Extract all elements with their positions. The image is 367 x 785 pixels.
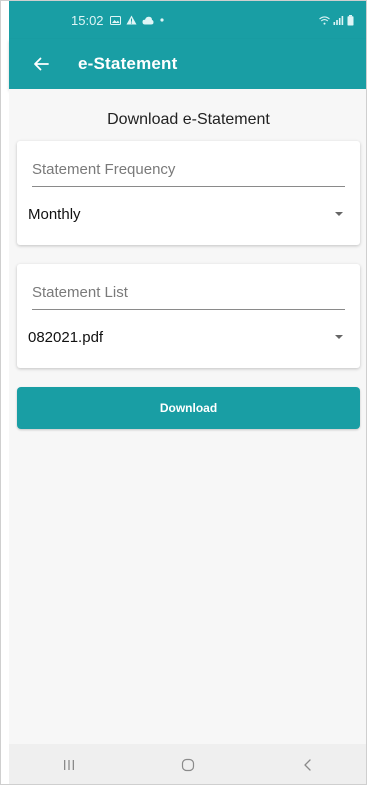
statement-frequency-card: Statement Frequency Monthly <box>17 141 360 245</box>
status-bar: 15:02 <box>9 1 366 39</box>
home-icon <box>182 758 195 772</box>
statement-list-card: Statement List 082021.pdf <box>17 264 360 368</box>
arrow-left-icon <box>34 57 49 71</box>
signal-icon <box>333 15 344 25</box>
main-content: Download e-Statement Statement Frequency… <box>9 89 366 744</box>
nav-back-button[interactable] <box>278 745 338 784</box>
back-button[interactable] <box>19 42 63 86</box>
status-time: 15:02 <box>71 12 104 28</box>
status-left: 15:02 <box>71 13 165 28</box>
statement-list-select[interactable]: 082021.pdf <box>17 312 360 362</box>
notification-icons <box>109 15 165 25</box>
divider <box>32 186 345 187</box>
dropdown-arrow-icon <box>335 335 343 339</box>
dot-icon <box>159 18 164 22</box>
statement-frequency-select[interactable]: Monthly <box>17 189 360 239</box>
home-button[interactable] <box>158 745 218 784</box>
battery-icon <box>347 14 354 25</box>
alert-icon <box>126 15 137 25</box>
screen-title: e-Statement <box>78 54 178 73</box>
phone-screen: 15:02 e-Statement Download e-Statement S… <box>0 0 367 785</box>
page-heading: Download e-Statement <box>107 111 270 128</box>
cloud-icon <box>142 16 154 24</box>
image-icon <box>109 15 121 25</box>
statement-list-value: 082021.pdf <box>28 328 104 346</box>
statement-list-label: Statement List <box>32 284 128 301</box>
dropdown-arrow-icon <box>335 212 343 216</box>
download-button[interactable]: Download <box>17 387 360 429</box>
divider <box>32 309 345 310</box>
recents-button[interactable] <box>39 745 99 784</box>
status-right <box>319 14 354 26</box>
app-bar: e-Statement <box>9 39 366 89</box>
statement-frequency-value: Monthly <box>28 205 81 223</box>
back-icon <box>304 759 311 771</box>
statement-frequency-label: Statement Frequency <box>32 161 176 178</box>
recents-icon <box>63 760 74 770</box>
system-nav-bar <box>9 744 366 784</box>
wifi-icon <box>319 15 330 25</box>
